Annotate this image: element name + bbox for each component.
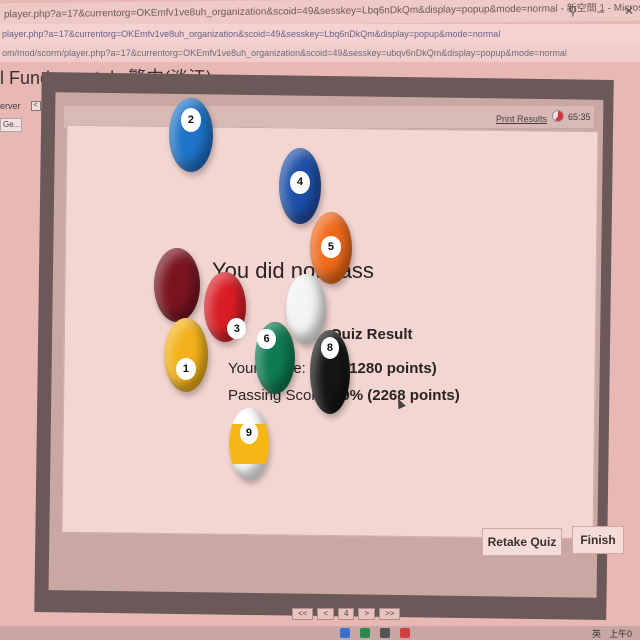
ball-number: 6 [257,329,276,350]
billiard-ball-icon: 8 [310,330,350,414]
window-title: player.php?a=17&currentorg=OKEmfv1ve8uh_… [4,2,640,21]
ball-number: 1 [175,357,197,381]
address-url-secondary: om/mod/scorm/player.php?a=17&currentorg=… [2,48,567,58]
pager-next-button[interactable]: > [358,608,376,620]
finish-button[interactable]: Finish [572,526,624,554]
system-tray: 英 上午0 [592,627,640,640]
billiard-ball-icon: 1 [164,318,208,392]
minimize-icon[interactable]: – [597,4,604,18]
pager-first-button[interactable]: << [292,608,314,620]
clock: 上午0 [608,628,632,639]
ball-number: 2 [180,108,202,133]
billiard-ball-icon: 2 [169,98,213,172]
sidebar: erver < Ge... [0,98,41,132]
billiard-ball-icon: 6 [255,322,295,394]
pager-prev-button[interactable]: < [317,608,335,620]
app-icon[interactable] [400,628,410,638]
app-icon[interactable] [360,628,370,638]
ball-number: 8 [320,336,340,359]
pager-last-button[interactable]: >> [379,608,401,620]
address-bar-secondary[interactable]: om/mod/scorm/player.php?a=17&currentorg=… [0,44,640,62]
ball-number: 4 [290,170,310,194]
taskbar: 英 上午0 [0,626,640,640]
print-results-link[interactable]: Print Results [496,114,547,124]
window-controls: ⚲ – ✕ [568,4,634,18]
edge-icon[interactable] [340,628,350,638]
go-button[interactable]: Ge... [0,118,22,132]
billiard-ball-icon: 5 [310,212,352,284]
pager-current[interactable]: 4 [338,608,355,620]
billiard-ball-icon: 4 [279,148,321,224]
ball-number: 9 [239,422,259,444]
timer-text: 65:35 [568,112,591,122]
retake-quiz-button[interactable]: Retake Quiz [482,528,562,556]
sidebar-toggle-button[interactable]: < [30,101,41,111]
sidebar-label: erver [0,101,21,111]
timer-icon [552,110,564,122]
zoom-icon[interactable]: ⚲ [568,4,577,18]
address-bar[interactable]: player.php?a=17&currentorg=OKEmfv1ve8uh_… [0,24,640,44]
billiard-ball-icon [154,248,200,322]
ime-indicator[interactable]: 英 [592,627,601,640]
app-icon[interactable] [380,628,390,638]
billiard-ball-icon: 9 [229,408,269,480]
address-url: player.php?a=17&currentorg=OKEmfv1ve8uh_… [2,29,501,39]
close-icon[interactable]: ✕ [624,4,634,18]
ball-number: 5 [321,236,341,259]
pager: << < 4 > >> [292,608,401,620]
billiard-ball-icon: 3 [204,272,247,342]
